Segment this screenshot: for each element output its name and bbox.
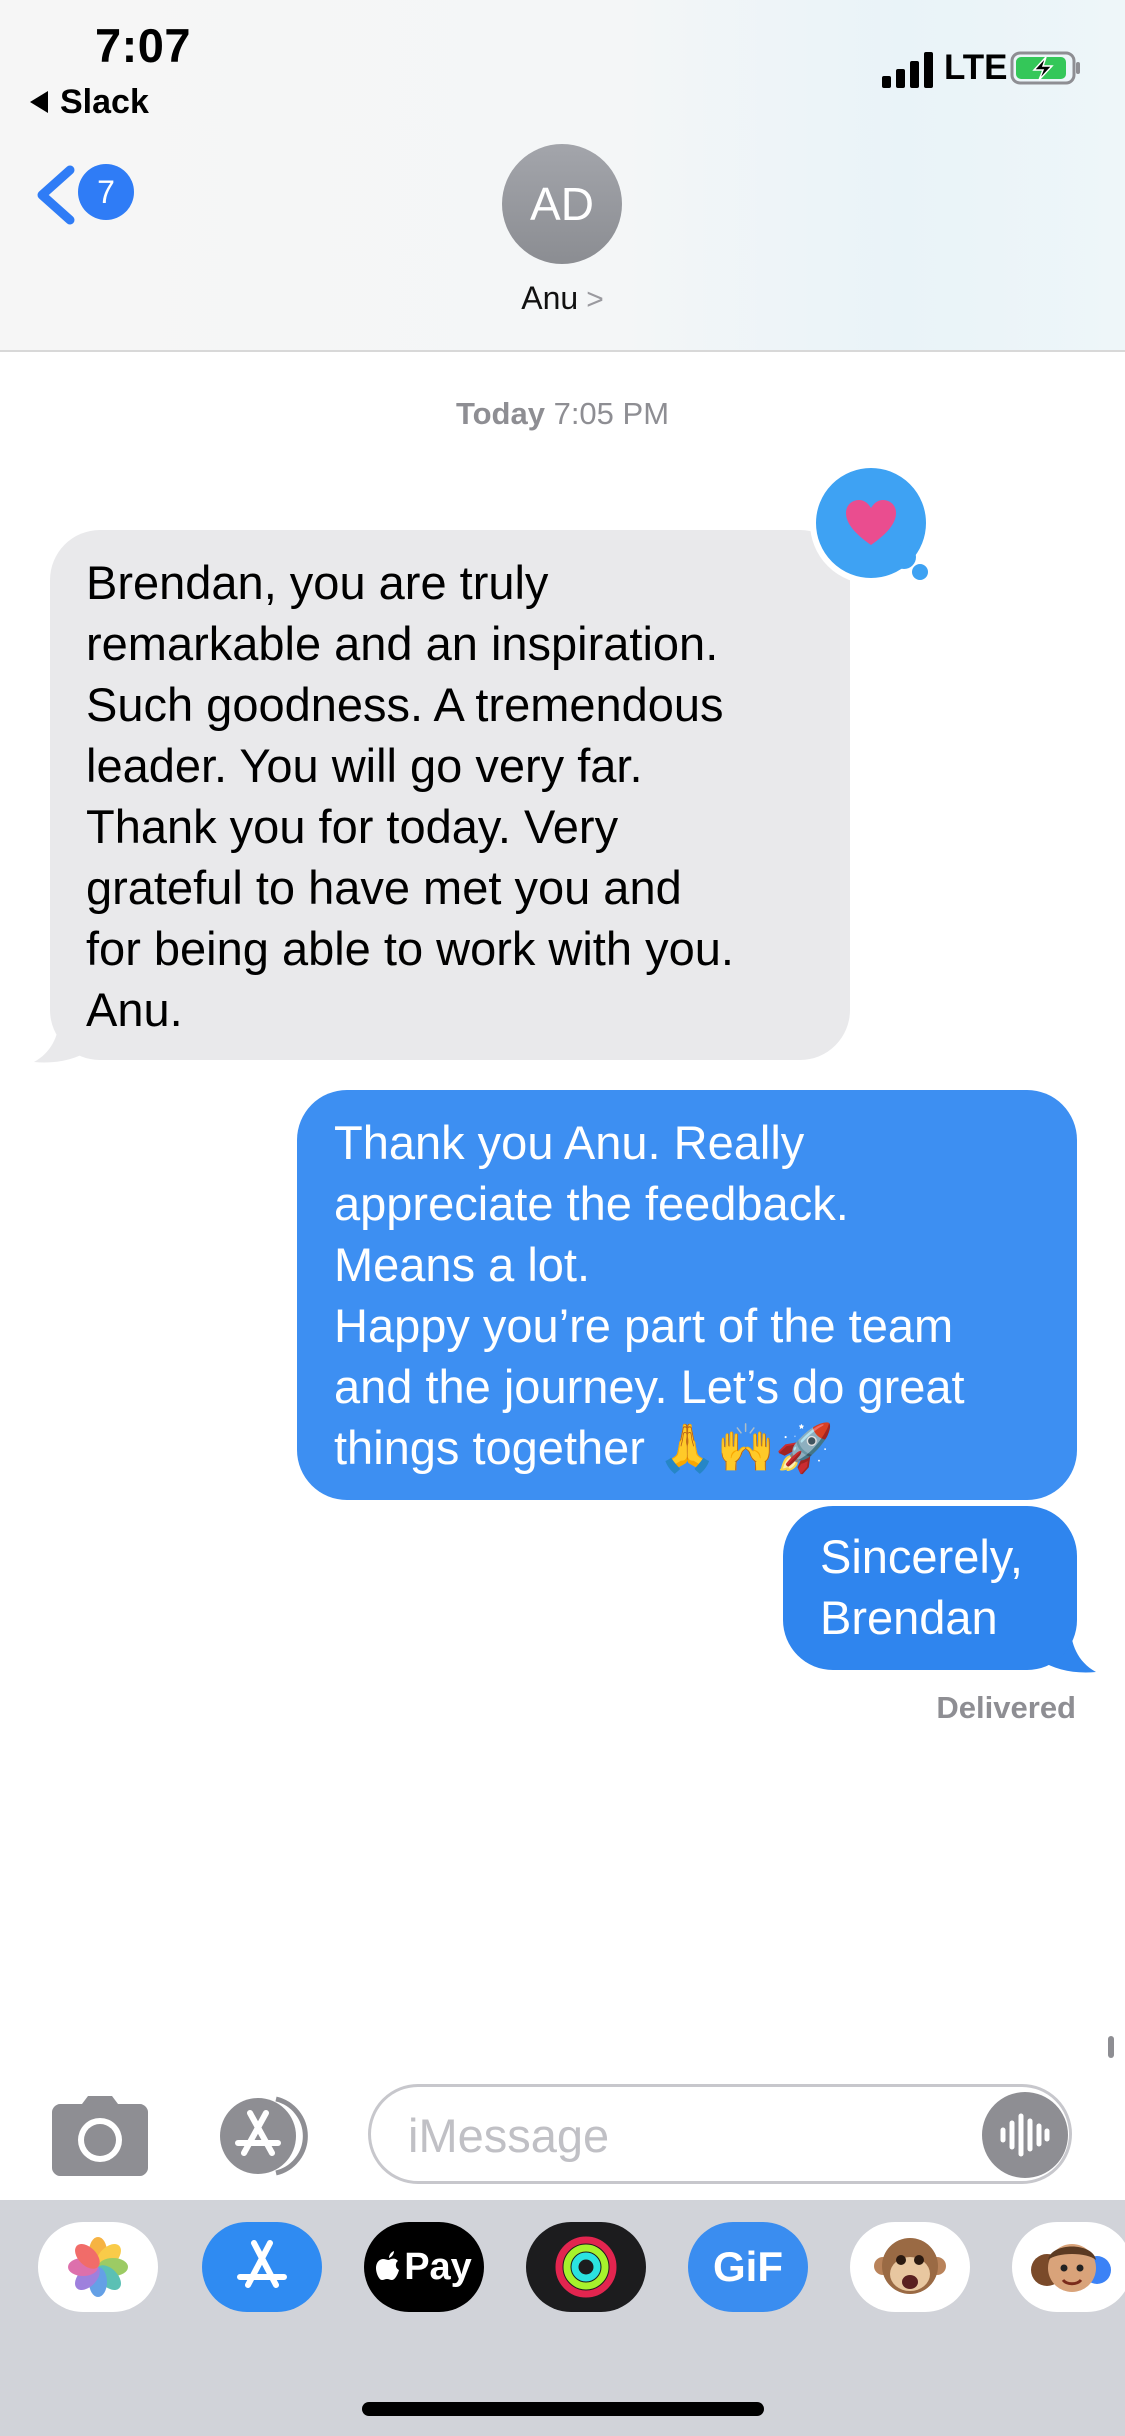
apple-pay-button[interactable]: Pay [364,2222,484,2312]
audio-message-button[interactable] [982,2092,1068,2178]
imessage-placeholder: iMessage [408,2109,610,2162]
contact-name: Anu [521,280,579,316]
memoji-app-button[interactable] [1012,2222,1125,2312]
outgoing-message-text: Thank you Anu. Really appreciate the fee… [334,1116,965,1474]
status-time: 7:07 [95,19,192,72]
tapback-tail-dot [892,545,916,569]
unread-count-badge[interactable]: 7 [78,164,134,220]
contact-avatar[interactable]: AD [502,144,622,264]
gif-label: GiF [713,2243,783,2290]
chevron-right-icon: > [586,283,604,316]
monkey-memoji-icon [874,2238,946,2294]
photos-app-button[interactable] [38,2222,158,2312]
network-type: LTE [944,48,1008,87]
scroll-indicator[interactable] [1108,2036,1114,2058]
waveform-icon [1000,2113,1050,2157]
incoming-message-text: Brendan, you are truly remarkable and an… [86,556,734,1036]
back-to-app-link[interactable]: Slack [30,80,149,124]
back-app-label: Slack [60,82,149,121]
cellular-signal-icon [882,52,933,88]
message-timestamp: Today 7:05 PM [0,396,1125,432]
activity-app-button[interactable] [526,2222,646,2312]
back-arrow-icon [30,91,48,113]
home-indicator[interactable] [362,2402,764,2416]
gif-app-button[interactable]: GiF [688,2222,808,2312]
battery-charging-icon [1010,51,1080,85]
memoji-icon [1031,2244,1111,2292]
timestamp-day: Today [455,396,545,431]
back-chevron-icon[interactable] [30,160,80,230]
photos-icon [68,2237,128,2297]
app-store-button[interactable] [202,2222,322,2312]
camera-icon[interactable] [52,2096,148,2176]
heart-icon [846,500,896,545]
app-store-drawer-icon[interactable] [210,2095,320,2177]
animoji-app-button[interactable] [850,2222,970,2312]
contact-name-button[interactable]: Anu > [0,280,1125,317]
delivery-status: Delivered [936,1690,1076,1725]
apple-pay-label: Pay [404,2245,472,2288]
app-store-icon [237,2240,287,2288]
tapback-tail-dot-small [912,564,928,580]
apple-logo-icon [376,2251,400,2280]
timestamp-time: 7:05 PM [553,396,670,431]
outgoing-signature-text: Sincerely, Brendan [820,1530,1023,1644]
activity-icon [555,2236,617,2298]
